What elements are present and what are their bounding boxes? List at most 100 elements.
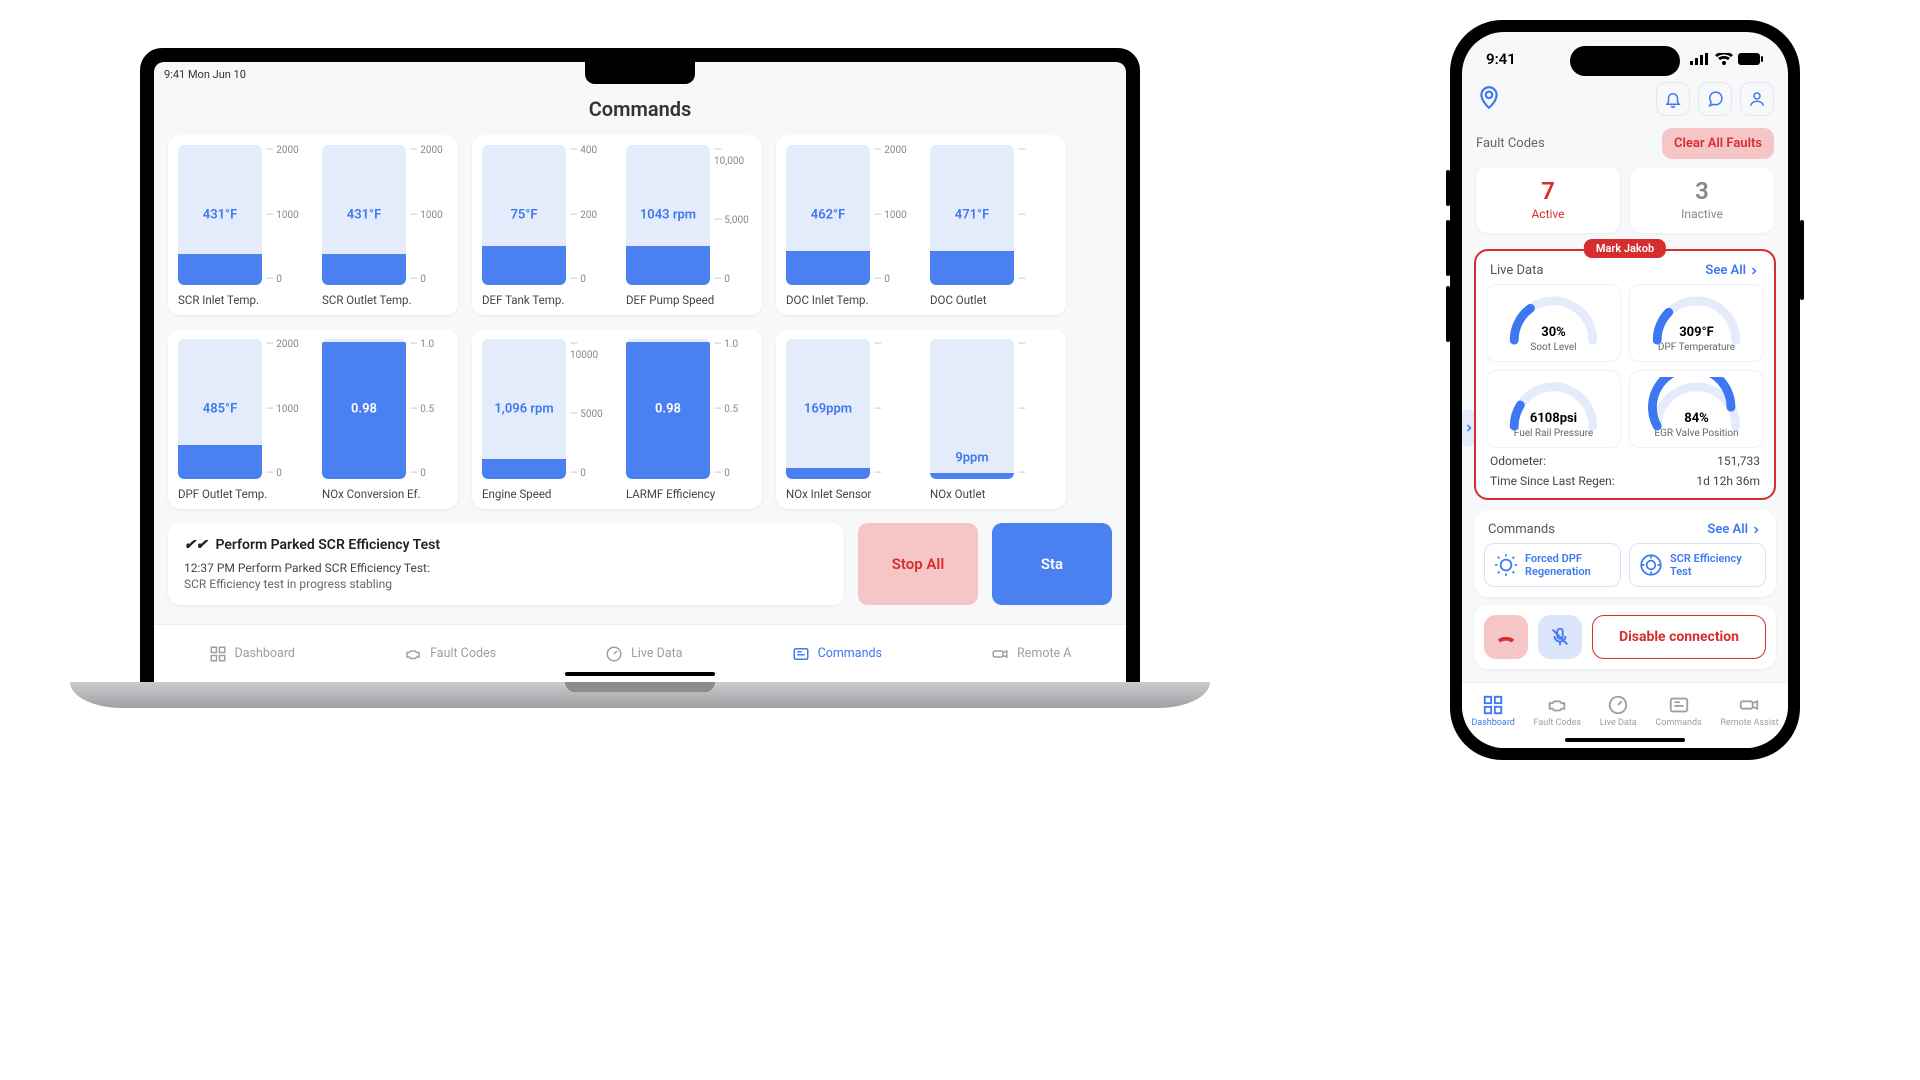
gauge-value: 471°F	[930, 208, 1014, 223]
tab-fault-codes-label: Fault Codes	[1534, 718, 1582, 728]
tab-fault-codes[interactable]: Fault Codes	[404, 645, 496, 663]
gauge-ticks: 400 200 0	[570, 145, 608, 285]
gauge-card[interactable]: 431°F 2000 1000 0 SCR Inlet Temp.	[178, 145, 304, 307]
hangup-button[interactable]	[1484, 615, 1528, 659]
tab-commands[interactable]: Commands	[1655, 694, 1701, 728]
engine-icon	[404, 645, 422, 663]
test-title: ✔︎✔︎ Perform Parked SCR Efficiency Test	[184, 537, 828, 553]
gauge-ticks: 10000 5000 0	[570, 339, 608, 479]
tab-dashboard[interactable]: Dashboard	[209, 645, 295, 663]
gauge-label: LARMF Efficiency	[626, 487, 752, 501]
checkmarks-icon: ✔︎✔︎	[184, 537, 207, 553]
cellular-icon	[1690, 53, 1710, 65]
gauge-card[interactable]: 431°F 2000 1000 0 SCR Outlet Temp.	[322, 145, 448, 307]
phone-side-button	[1446, 220, 1450, 276]
gauge-label: SCR Outlet Temp.	[322, 293, 448, 307]
gauge-label: NOx Conversion Ef.	[322, 487, 448, 501]
live-data-see-all[interactable]: See All	[1705, 263, 1760, 278]
scr-test-icon	[1638, 552, 1664, 578]
tab-commands-label: Commands	[818, 646, 882, 661]
gauge-value: 75°F	[482, 208, 566, 223]
wifi-icon	[1715, 53, 1733, 65]
chat-button[interactable]	[1698, 82, 1732, 116]
regen-icon	[1493, 552, 1519, 578]
tab-live-data[interactable]: Live Data	[1600, 694, 1637, 728]
gauge-card[interactable]: 1043 rpm 10,000 5,000 0 DEF Pump Speed	[626, 145, 752, 307]
stop-all-button[interactable]: Stop All	[858, 523, 978, 605]
tab-remote-assist[interactable]: Remote A	[991, 645, 1071, 663]
laptop-base	[70, 682, 1210, 708]
tab-remote-assist[interactable]: Remote Assist	[1720, 694, 1778, 728]
inactive-count: 3	[1634, 177, 1770, 205]
gauge-label: DOC Inlet Temp.	[786, 293, 912, 307]
home-indicator	[1565, 738, 1685, 742]
commands-icon	[792, 645, 810, 663]
bar-gauge: 0.98 1.0 0.5 0	[322, 339, 448, 479]
brand-logo[interactable]	[1476, 84, 1502, 114]
start-button[interactable]: Sta	[992, 523, 1112, 605]
gauge-icon	[1607, 694, 1629, 716]
gauge-card[interactable]: 1,096 rpm 10000 5000 0 Engine Speed	[482, 339, 608, 501]
tab-live-data[interactable]: Live Data	[605, 645, 682, 663]
tab-dashboard[interactable]: Dashboard	[1471, 694, 1515, 728]
gauge-label: DEF Pump Speed	[626, 293, 752, 307]
phone-hangup-icon	[1495, 626, 1517, 648]
tab-fault-codes[interactable]: Fault Codes	[1534, 694, 1582, 728]
gauge-value: 169ppm	[786, 402, 870, 417]
bar-gauge: 431°F 2000 1000 0	[322, 145, 448, 285]
bar-gauge: 485°F 2000 1000 0	[178, 339, 304, 479]
dynamic-island	[1570, 46, 1680, 76]
regen-value: 1d 12h 36m	[1696, 474, 1760, 488]
clear-all-faults-button[interactable]: Clear All Faults	[1662, 128, 1774, 159]
regen-label: Time Since Last Regen:	[1490, 474, 1615, 488]
test-title-text: Perform Parked SCR Efficiency Test	[215, 537, 440, 553]
tab-commands[interactable]: Commands	[792, 645, 882, 663]
notifications-button[interactable]	[1656, 82, 1690, 116]
gauge-ticks: 10,000 5,000 0	[714, 145, 752, 285]
gauge-value: 431°F	[322, 208, 406, 223]
commands-label: Commands	[1488, 522, 1555, 537]
tab-live-data-label: Live Data	[631, 646, 682, 661]
gauge-label: DOC Outlet	[930, 293, 1056, 307]
gauge-card[interactable]: 75°F 400 200 0 DEF Tank Temp.	[482, 145, 608, 307]
commands-see-all[interactable]: See All	[1707, 522, 1762, 537]
dial-card[interactable]: 30% Soot Level	[1486, 284, 1621, 362]
scr-efficiency-test-button[interactable]: SCR Efficiency Test	[1629, 543, 1766, 587]
gauge-card[interactable]: 471°F DOC Outlet	[930, 145, 1056, 307]
status-time: 9:41	[1486, 50, 1516, 68]
gauge-card[interactable]: 0.98 1.0 0.5 0 NOx Conversion Ef.	[322, 339, 448, 501]
bar-gauge: 9ppm	[930, 339, 1056, 479]
active-faults-card[interactable]: 7 Active	[1476, 167, 1620, 233]
laptop-screen: 9:41 Mon Jun 10 Commands 431°F 2000 1000…	[154, 62, 1126, 682]
dial-card[interactable]: 6108psi Fuel Rail Pressure	[1486, 370, 1621, 448]
gauge-label: Engine Speed	[482, 487, 608, 501]
gauge-card[interactable]: 462°F 2000 1000 0 DOC Inlet Temp.	[786, 145, 912, 307]
mute-button[interactable]	[1538, 615, 1582, 659]
commands-panel: Commands See All Forced DPF Regeneration…	[1474, 510, 1776, 597]
bell-icon	[1664, 90, 1682, 108]
gauge-card[interactable]: 9ppm NOx Outlet	[930, 339, 1056, 501]
inactive-faults-card[interactable]: 3 Inactive	[1630, 167, 1774, 233]
forced-dpf-regen-button[interactable]: Forced DPF Regeneration	[1484, 543, 1621, 587]
mic-off-icon	[1549, 626, 1571, 648]
phone-header	[1462, 76, 1788, 126]
gauge-card[interactable]: 0.98 1.0 0.5 0 LARMF Efficiency	[626, 339, 752, 501]
bar-gauge: 431°F 2000 1000 0	[178, 145, 304, 285]
profile-button[interactable]	[1740, 82, 1774, 116]
live-data-label: Live Data	[1490, 263, 1543, 278]
gauge-ticks: 2000 1000 0	[266, 145, 304, 285]
dial-card[interactable]: 309°F DPF Temperature	[1629, 284, 1764, 362]
battery-icon	[1738, 53, 1764, 65]
gauge-card[interactable]: 169ppm NOx Inlet Sensor	[786, 339, 912, 501]
dial-card[interactable]: 84% EGR Valve Position	[1629, 370, 1764, 448]
dashboard-icon	[1482, 694, 1504, 716]
call-bar: Disable connection	[1474, 605, 1776, 669]
gauge-ticks	[1018, 145, 1056, 285]
gauge-group: 485°F 2000 1000 0 DPF Outlet Temp. 0.98 …	[168, 329, 458, 509]
phone-screen: 9:41 Fa	[1462, 32, 1788, 748]
disable-connection-button[interactable]: Disable connection	[1592, 615, 1766, 659]
gauge-ticks	[874, 339, 912, 479]
gauge-group: 75°F 400 200 0 DEF Tank Temp. 1043 rpm 1…	[472, 135, 762, 315]
gauge-card[interactable]: 485°F 2000 1000 0 DPF Outlet Temp.	[178, 339, 304, 501]
live-data-header: Live Data See All	[1486, 261, 1764, 284]
